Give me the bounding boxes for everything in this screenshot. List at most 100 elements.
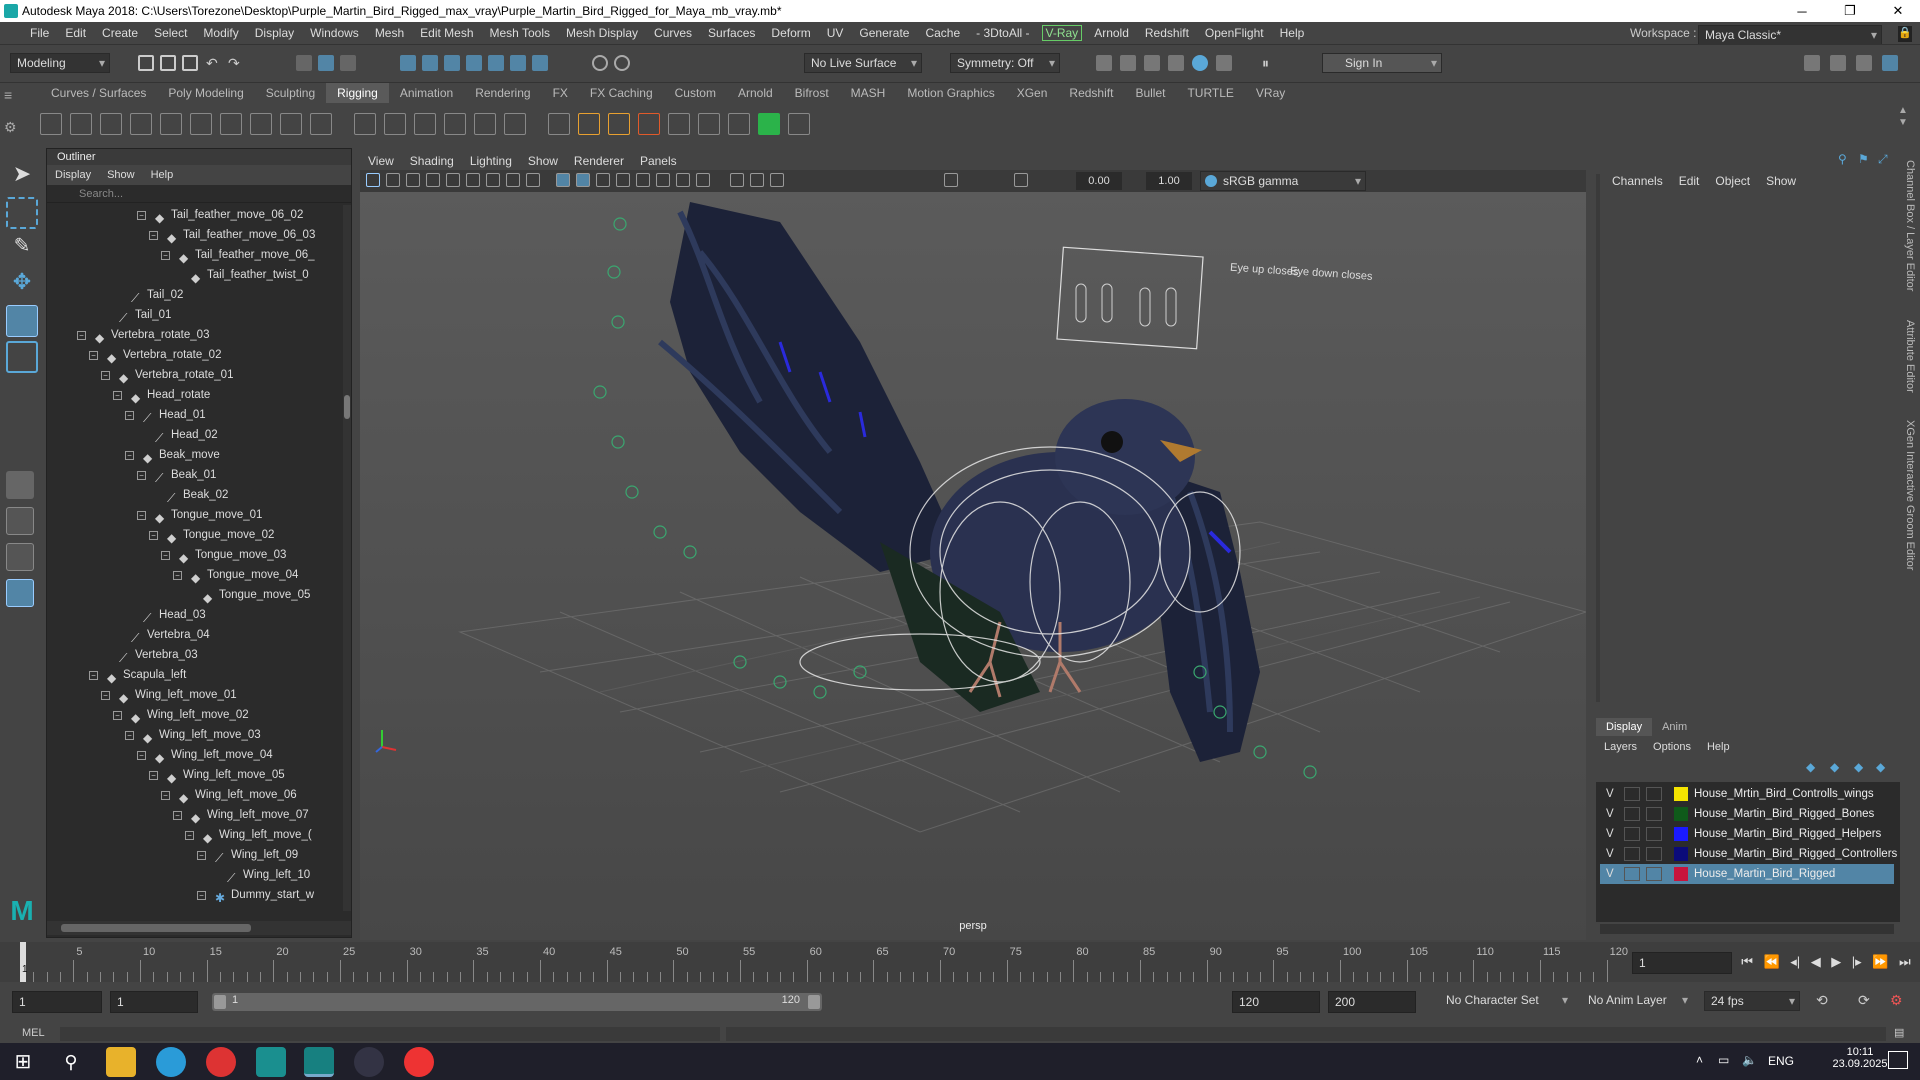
open-scene-icon[interactable] — [160, 55, 176, 71]
menu-item[interactable]: Modify — [195, 26, 246, 40]
playback-start-field[interactable]: 1 — [110, 991, 198, 1013]
construction-history-icon[interactable] — [614, 55, 630, 71]
new-layer-icon[interactable]: ◆ — [1854, 760, 1863, 774]
snap-grid-icon[interactable] — [400, 55, 416, 71]
collapse-toggle-icon[interactable]: − — [125, 451, 134, 460]
shelf-tab[interactable]: MASH — [840, 83, 897, 103]
paint-weights-icon[interactable] — [220, 113, 242, 135]
layer-visibility-toggle[interactable]: V — [1606, 824, 1614, 844]
current-frame-field[interactable]: 1 — [1632, 952, 1732, 974]
collapse-toggle-icon[interactable]: − — [173, 571, 182, 580]
collapse-toggle-icon[interactable]: − — [161, 251, 170, 260]
outliner-row[interactable]: − ◆ Tail_feather_move_06_03 — [47, 225, 343, 245]
shelf-tab[interactable]: Arnold — [727, 83, 784, 103]
shelf-tab[interactable]: Sculpting — [255, 83, 326, 103]
menu-item[interactable]: Mesh Tools — [482, 26, 558, 40]
ik-spline-icon[interactable] — [100, 113, 122, 135]
shadows-icon[interactable] — [656, 173, 670, 187]
ambient-occlusion-icon[interactable] — [676, 173, 690, 187]
lattice-icon[interactable] — [280, 113, 302, 135]
3ds-max-icon[interactable] — [256, 1047, 286, 1077]
layer-visibility-toggle[interactable]: V — [1606, 784, 1614, 804]
telegram-icon[interactable] — [156, 1047, 186, 1077]
fps-dropdown[interactable]: 24 fps — [1704, 991, 1800, 1011]
layer-editor-menu-item[interactable]: Help — [1699, 738, 1738, 756]
viewport-menu-item[interactable]: View — [360, 154, 402, 168]
outliner-row[interactable]: − ◆ Wing_left_move_06 — [47, 785, 343, 805]
smooth-bind-icon[interactable] — [190, 113, 212, 135]
viewport-menu-item[interactable]: Lighting — [462, 154, 520, 168]
layer-type-toggle[interactable] — [1646, 787, 1662, 801]
select-camera-icon[interactable] — [366, 173, 380, 187]
attribute-editor-icon[interactable] — [1830, 55, 1846, 71]
ipr-render-icon[interactable] — [1144, 55, 1160, 71]
language-indicator[interactable]: ENG — [1768, 1054, 1794, 1068]
layer-color-swatch[interactable] — [1674, 867, 1688, 881]
save-scene-icon[interactable] — [182, 55, 198, 71]
exposure-field[interactable]: 0.00 — [1076, 172, 1122, 190]
textured-icon[interactable] — [616, 173, 630, 187]
outliner-row[interactable]: − ◆ Wing_left_move_07 — [47, 805, 343, 825]
perspective-viewport[interactable]: Eye up closes Eye down closes persp — [360, 192, 1586, 940]
new-scene-icon[interactable] — [138, 55, 154, 71]
wireframe-on-shaded-icon[interactable] — [596, 173, 610, 187]
menu-item[interactable]: File — [22, 26, 57, 40]
channel-box-expand-icon[interactable]: ⤢ — [1878, 152, 1892, 166]
outliner-row[interactable]: − ⟋ Wing_left_09 — [47, 845, 343, 865]
workspace-dropdown[interactable]: Maya Classic* — [1698, 25, 1882, 45]
layer-playback-toggle[interactable] — [1624, 867, 1640, 881]
shelf-tab[interactable]: FX — [542, 83, 579, 103]
layer-row[interactable]: V House_Martin_Bird_Rigged_Helpers — [1600, 824, 1894, 844]
layer-editor-menu-item[interactable]: Layers — [1596, 738, 1645, 756]
current-time-marker[interactable] — [20, 942, 26, 982]
layer-type-toggle[interactable] — [1646, 807, 1662, 821]
notification-icon[interactable] — [1888, 1051, 1908, 1069]
shelf-tab[interactable]: Redshift — [1058, 83, 1124, 103]
collapse-toggle-icon[interactable]: − — [77, 331, 86, 340]
collapse-toggle-icon[interactable]: − — [101, 691, 110, 700]
outliner-menu-item[interactable]: Show — [99, 169, 143, 181]
shelf-scroll-icon[interactable]: ▲ ▼ — [1898, 105, 1908, 129]
history-icon[interactable] — [592, 55, 608, 71]
color-management-icon[interactable] — [1205, 175, 1217, 187]
viewport-menu-item[interactable]: Panels — [632, 154, 685, 168]
layer-color-swatch[interactable] — [1674, 827, 1688, 841]
yandex-browser-icon[interactable] — [404, 1047, 434, 1077]
viewport-menu-item[interactable]: Renderer — [566, 154, 632, 168]
time-slider[interactable]: 5 10 15 20 25 30 35 40 45 50 55 60 65 70 75 80 85 90 95 100… — [0, 942, 1920, 982]
shelf-tab[interactable]: Bullet — [1124, 83, 1176, 103]
attribute-editor-side-tab[interactable]: Attribute Editor — [1904, 320, 1916, 393]
collapse-toggle-icon[interactable]: − — [125, 731, 134, 740]
menu-item[interactable]: Display — [247, 26, 302, 40]
shelf-tab[interactable]: Motion Graphics — [896, 83, 1005, 103]
outliner-row[interactable]: − ◆ Scapula_left — [47, 665, 343, 685]
channel-box-menu-item[interactable]: Edit — [1671, 174, 1708, 188]
shelf-menu-icon[interactable]: ≡ — [4, 87, 12, 103]
gamma-field[interactable]: 1.00 — [1146, 172, 1192, 190]
outliner-row[interactable]: − ⟋ Beak_01 — [47, 465, 343, 485]
collapse-toggle-icon[interactable]: − — [113, 711, 122, 720]
channel-box-side-tab[interactable]: Channel Box / Layer Editor — [1904, 160, 1916, 291]
outliner-row[interactable]: − ⟋ Head_01 — [47, 405, 343, 425]
outliner-row[interactable]: − ◆ Tail_feather_move_06_ — [47, 245, 343, 265]
collapse-toggle-icon[interactable]: − — [89, 351, 98, 360]
outliner-row[interactable]: − ◆ Tongue_move_02 — [47, 525, 343, 545]
snap-view-plane-icon[interactable] — [466, 55, 482, 71]
outliner-row[interactable]: ◆ Tail_feather_twist_0 — [47, 265, 343, 285]
symmetry-dropdown[interactable]: Symmetry: Off — [950, 53, 1060, 73]
windows-start-icon[interactable]: ⊞ — [8, 1047, 38, 1077]
fan-icon[interactable] — [638, 113, 660, 135]
outliner-row[interactable]: ⟋ Tail_01 — [47, 305, 343, 325]
menu-item[interactable]: Deform — [763, 26, 818, 40]
render-setup-icon[interactable] — [1216, 55, 1232, 71]
select-by-component-icon[interactable] — [340, 55, 356, 71]
pause-icon[interactable]: ⏸ — [1262, 55, 1278, 71]
film-gate-icon[interactable] — [446, 173, 460, 187]
outliner-row[interactable]: ⟋ Head_03 — [47, 605, 343, 625]
collapse-toggle-icon[interactable]: − — [149, 231, 158, 240]
minimize-button[interactable]: ─ — [1780, 0, 1824, 22]
exposure-icon[interactable] — [944, 173, 958, 187]
render-settings-icon[interactable] — [1168, 55, 1184, 71]
humanik-icon[interactable] — [130, 113, 152, 135]
outliner-row[interactable]: − ◆ Wing_left_move_04 — [47, 745, 343, 765]
